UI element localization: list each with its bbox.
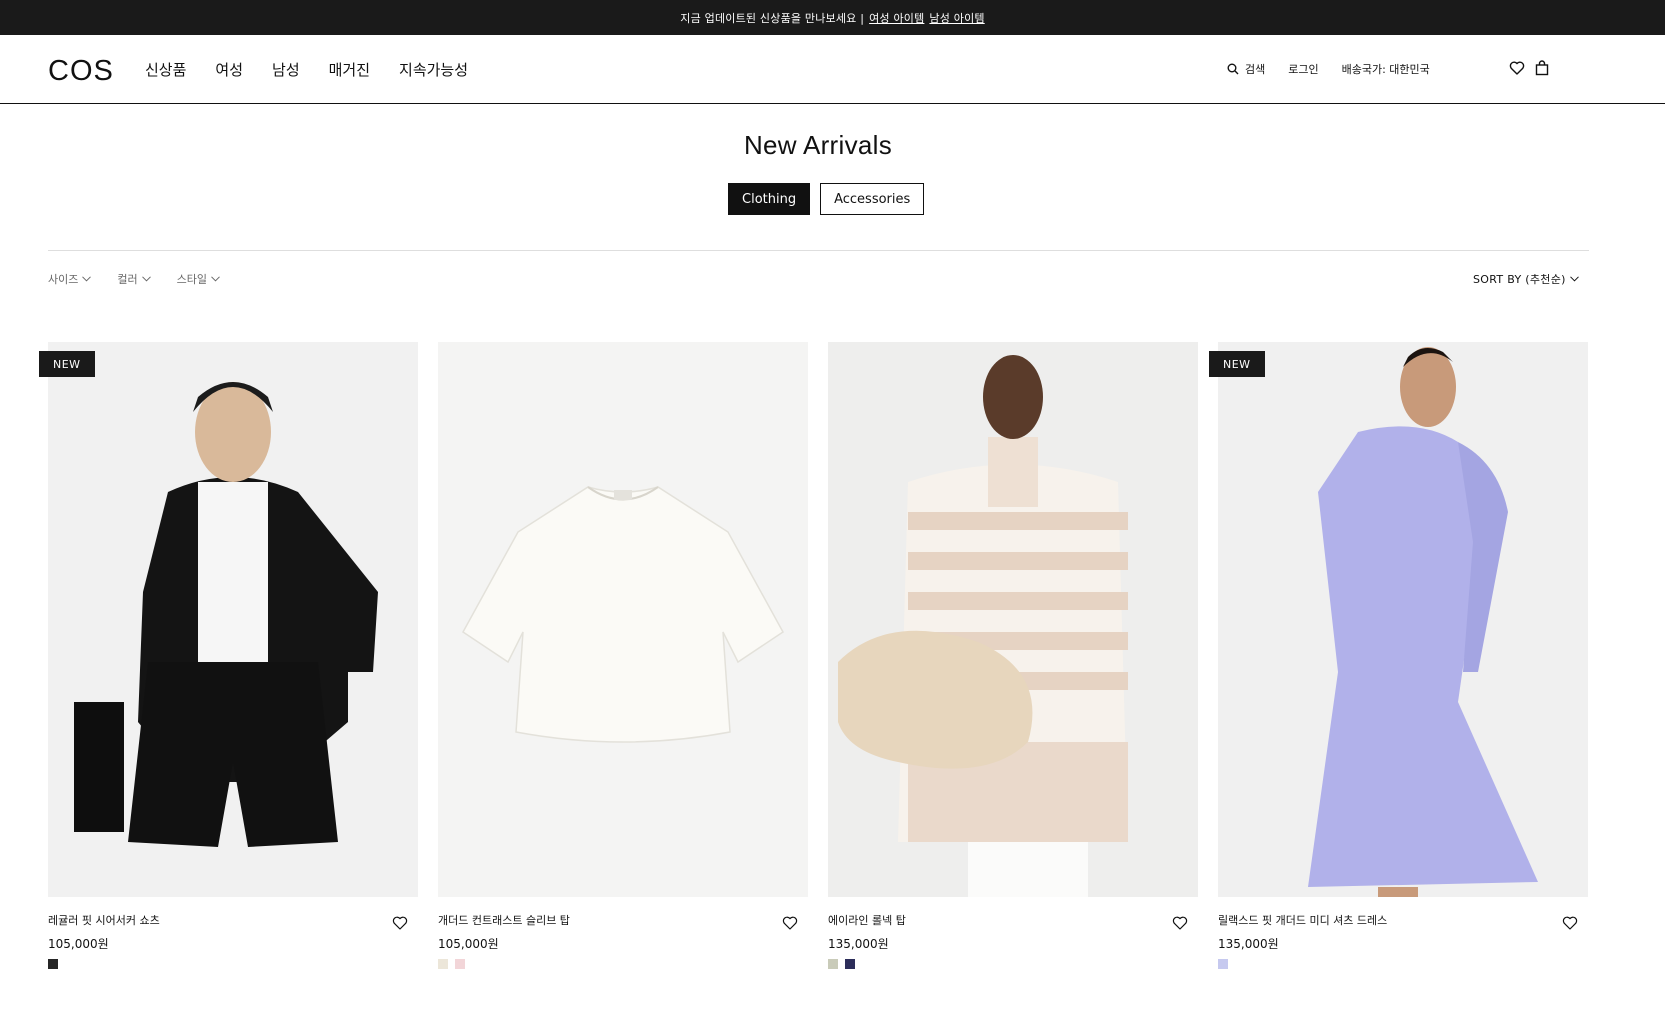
- nav-item-men[interactable]: 남성: [272, 59, 300, 80]
- chevron-down-icon: [1569, 276, 1579, 282]
- search-button[interactable]: 검색: [1227, 61, 1265, 77]
- product-image[interactable]: [828, 342, 1198, 897]
- nav-item-magazine[interactable]: 매거진: [329, 59, 370, 80]
- product-card: 릴랙스드 핏 개더드 미디 셔츠 드레스 135,000원: [1218, 342, 1588, 969]
- product-card: 개더드 컨트래스트 슬리브 탑 105,000원: [438, 342, 808, 969]
- search-label: 검색: [1245, 63, 1266, 76]
- filter-size-label: 사이즈: [48, 273, 79, 286]
- color-swatches: [438, 959, 808, 969]
- category-tabs: Clothing Accessories: [728, 183, 925, 215]
- product-price: 135,000원: [828, 937, 889, 951]
- color-swatch[interactable]: [828, 959, 838, 969]
- cos-logo[interactable]: COS: [48, 55, 114, 88]
- product-price: 105,000원: [48, 937, 109, 951]
- sort-label: SORT BY (추천순): [1473, 273, 1566, 286]
- chevron-down-icon: [211, 276, 220, 282]
- product-image[interactable]: [438, 342, 808, 897]
- new-badge: NEW: [1209, 351, 1265, 377]
- tab-clothing[interactable]: Clothing: [728, 183, 811, 215]
- search-icon: [1227, 63, 1239, 75]
- promo-link-women[interactable]: 여성 아이템: [869, 10, 924, 26]
- main-nav: 신상품 여성 남성 매거진 지속가능성: [145, 59, 468, 80]
- product-image[interactable]: [48, 342, 418, 897]
- product-card: 레귤러 핏 시어서커 쇼츠 105,000원: [48, 342, 418, 969]
- header-icons: [1509, 60, 1550, 76]
- product-name[interactable]: 레귤러 핏 시어서커 쇼츠: [48, 912, 418, 928]
- utility-nav: 검색 로그인 배송국가: 대한민국: [1227, 61, 1430, 77]
- heart-icon[interactable]: [1562, 915, 1578, 931]
- nav-item-new[interactable]: 신상품: [145, 59, 186, 80]
- sort-dropdown[interactable]: SORT BY (추천순): [1473, 271, 1579, 287]
- divider: [48, 250, 1589, 251]
- color-swatch[interactable]: [438, 959, 448, 969]
- promo-text: 지금 업데이트된 신상품을 만나보세요 |: [680, 11, 865, 25]
- filter-color-label: 컬러: [117, 273, 138, 286]
- chevron-down-icon: [141, 276, 151, 282]
- wishlist-icon[interactable]: [1509, 60, 1525, 76]
- shipping-country-selector[interactable]: 배송국가: 대한민국: [1342, 61, 1430, 77]
- product-grid: 레귤러 핏 시어서커 쇼츠 105,000원 개더드 컨트래스트 슬리브 탑 1…: [48, 342, 1588, 969]
- color-swatches: [1218, 959, 1588, 969]
- new-badge: NEW: [39, 351, 95, 377]
- promo-bar: 지금 업데이트된 신상품을 만나보세요 | 여성 아이템 남성 아이템: [0, 0, 1665, 35]
- color-swatch[interactable]: [455, 959, 465, 969]
- heart-icon[interactable]: [392, 915, 408, 931]
- product-price: 105,000원: [438, 937, 499, 951]
- filter-style-label: 스타일: [176, 273, 207, 286]
- filter-bar: 사이즈 컬러 스타일: [48, 271, 220, 287]
- site-header: COS 신상품 여성 남성 매거진 지속가능성 검색 로그인 배송국가: 대한민…: [0, 35, 1665, 104]
- tab-accessories[interactable]: Accessories: [820, 183, 925, 215]
- color-swatches: [828, 959, 1198, 969]
- shopping-bag-icon[interactable]: [1534, 60, 1550, 76]
- nav-item-sustainability[interactable]: 지속가능성: [399, 59, 468, 80]
- product-name[interactable]: 릴랙스드 핏 개더드 미디 셔츠 드레스: [1218, 912, 1588, 928]
- heart-icon[interactable]: [782, 915, 798, 931]
- filter-size[interactable]: 사이즈: [48, 271, 92, 287]
- color-swatch[interactable]: [1218, 959, 1228, 969]
- product-price: 135,000원: [1218, 937, 1279, 951]
- product-name[interactable]: 에이라인 롤넥 탑: [828, 912, 1198, 928]
- color-swatches: [48, 959, 418, 969]
- filter-style[interactable]: 스타일: [177, 271, 220, 287]
- heart-icon[interactable]: [1172, 915, 1188, 931]
- color-swatch[interactable]: [48, 959, 58, 969]
- login-link[interactable]: 로그인: [1288, 61, 1318, 77]
- product-card: 에이라인 롤넥 탑 135,000원: [828, 342, 1198, 969]
- product-image[interactable]: [1218, 342, 1588, 897]
- promo-link-men[interactable]: 남성 아이템: [929, 10, 984, 26]
- page-title: New Arrivals: [743, 130, 893, 160]
- filter-color[interactable]: 컬러: [117, 271, 151, 287]
- color-swatch[interactable]: [845, 959, 855, 969]
- product-name[interactable]: 개더드 컨트래스트 슬리브 탑: [438, 912, 808, 928]
- nav-item-women[interactable]: 여성: [215, 59, 243, 80]
- chevron-down-icon: [82, 276, 92, 282]
